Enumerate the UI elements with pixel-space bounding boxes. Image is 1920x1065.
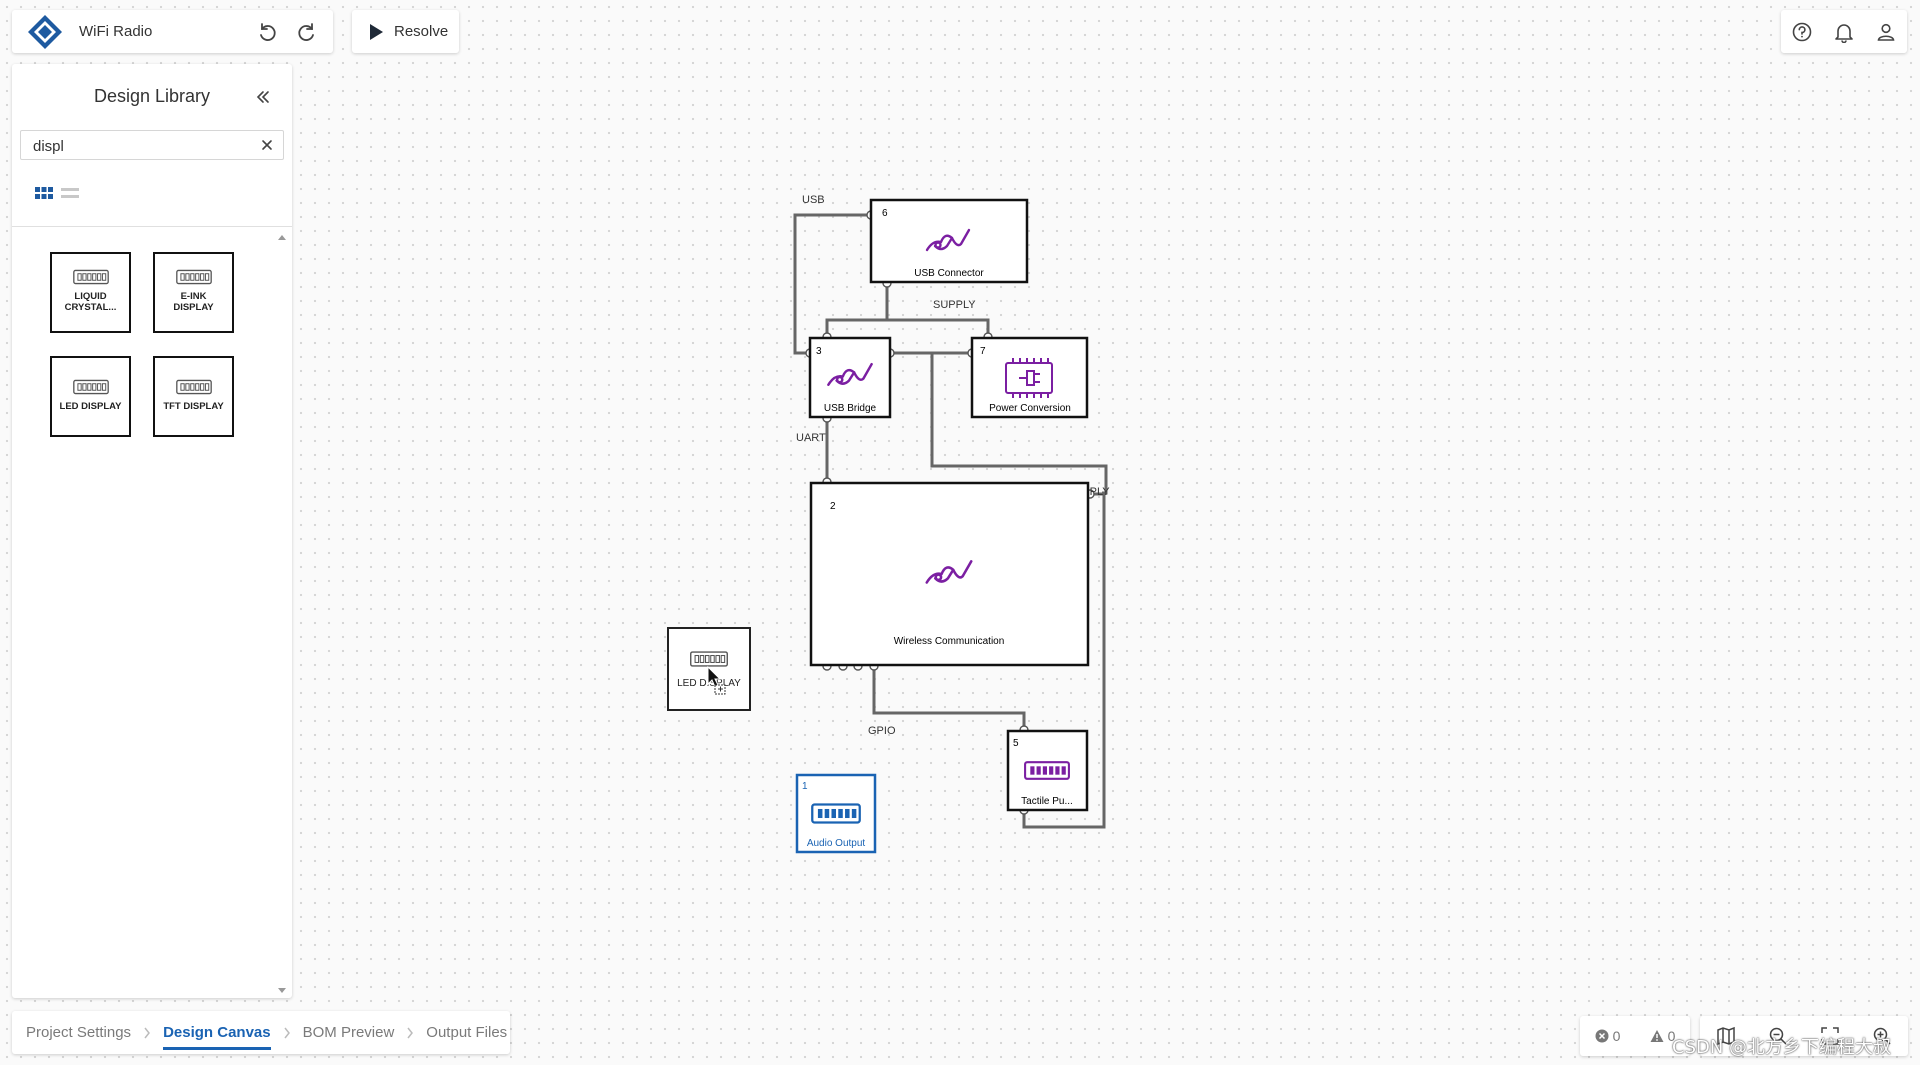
gpio-wire[interactable] [872, 666, 1026, 730]
display-chip-icon [72, 378, 110, 396]
design-library-panel: Design Library LIQUIDCRYSTAL... E-INKDIS… [12, 64, 292, 998]
tactile-push-button-block[interactable]: 5 Tactile Pu... [1006, 729, 1089, 812]
library-item-liquid-crystal[interactable]: LIQUID CRYSTAL... [50, 252, 131, 333]
block-number: 6 [882, 208, 888, 219]
error-count-value: 0 [1612, 1028, 1621, 1044]
block-number: 1 [802, 781, 808, 792]
usb-connector-block[interactable]: 6 USB Connector [869, 198, 1029, 284]
library-item-tft-display[interactable]: TFT DISPLAY [153, 356, 234, 437]
dragged-led-display-block[interactable]: LED DISPLAY [667, 627, 751, 711]
block-label: USB Bridge [824, 403, 877, 414]
app-header: WiFi Radio [12, 10, 333, 53]
net-label-supply: SUPPLY [933, 299, 976, 311]
block-label: Audio Output [807, 838, 866, 849]
warning-icon [1650, 1030, 1664, 1042]
usb-wire[interactable] [793, 213, 871, 355]
resolve-button[interactable]: Resolve [352, 10, 459, 53]
tab-project-settings[interactable]: Project Settings [26, 1024, 131, 1041]
library-item-led-display[interactable]: LED DISPLAY [50, 356, 131, 437]
library-item-label: TFT DISPLAY [163, 401, 224, 412]
display-chip-icon [175, 378, 213, 396]
library-item-label: LED DISPLAY [59, 401, 122, 412]
library-item-label: LIQUID [74, 291, 107, 302]
display-chip-icon [72, 268, 110, 286]
library-item-label: E-INK [180, 291, 207, 302]
net-label-usb: USB [802, 194, 825, 206]
top-right-toolbar [1781, 10, 1907, 53]
wireless-communication-block[interactable]: 2 Wireless Communication [809, 481, 1090, 667]
clear-search-icon[interactable] [259, 137, 275, 153]
search-input[interactable] [31, 137, 255, 156]
tab-output-files[interactable]: Output Files [426, 1024, 507, 1041]
tab-design-canvas[interactable]: Design Canvas [163, 1024, 271, 1050]
power-conversion-block[interactable]: 7 Power Conversion [970, 336, 1089, 419]
list-view-icon[interactable] [60, 185, 80, 201]
design-library-title: Design Library [93, 86, 211, 106]
help-icon[interactable] [1791, 21, 1813, 43]
audio-output-block[interactable]: 1 Audio Output [795, 773, 877, 854]
workflow-breadcrumb: Project Settings Design Canvas BOM Previ… [12, 1011, 510, 1054]
divider [12, 226, 292, 227]
library-item-label: CRYSTAL... [64, 302, 117, 313]
project-title[interactable]: WiFi Radio [79, 23, 253, 40]
grid-view-icon[interactable] [34, 185, 54, 201]
chevron-right-icon [284, 1027, 290, 1038]
net-label-uart: UART [796, 432, 826, 444]
block-label: Power Conversion [989, 403, 1071, 414]
library-item-e-ink-display[interactable]: E-INK DISPLAY [153, 252, 234, 333]
undo-icon[interactable] [253, 18, 281, 46]
usb-bridge-block[interactable]: 3 USB Bridge [808, 336, 892, 419]
error-count[interactable]: 0 [1595, 1028, 1621, 1044]
block-label: USB Connector [914, 268, 984, 279]
user-icon[interactable] [1875, 21, 1897, 43]
library-search[interactable] [20, 130, 284, 160]
chevron-right-icon [407, 1027, 414, 1038]
play-icon [370, 23, 383, 40]
app-logo-icon[interactable] [26, 13, 64, 51]
block-number: 3 [816, 346, 822, 357]
block-label: Tactile Pu... [1021, 796, 1073, 807]
tab-bom-preview[interactable]: BOM Preview [303, 1024, 395, 1041]
display-chip-icon [175, 268, 213, 286]
block-label: Wireless Communication [894, 636, 1005, 647]
block-number: 5 [1013, 738, 1019, 749]
bell-icon[interactable] [1833, 21, 1855, 43]
watermark-text: CSDN @北方乡下编程大叔 [1672, 1037, 1892, 1058]
library-scrollbar[interactable] [276, 234, 288, 994]
library-item-label: DISPLAY [173, 302, 214, 313]
error-icon [1595, 1029, 1609, 1043]
redo-icon[interactable] [293, 18, 321, 46]
collapse-panel-icon[interactable] [252, 86, 274, 108]
block-number: 7 [980, 346, 986, 357]
chevron-right-icon [144, 1027, 151, 1038]
resolve-label: Resolve [394, 23, 449, 40]
block-number: 2 [830, 501, 836, 512]
net-label-gpio: GPIO [868, 725, 896, 737]
